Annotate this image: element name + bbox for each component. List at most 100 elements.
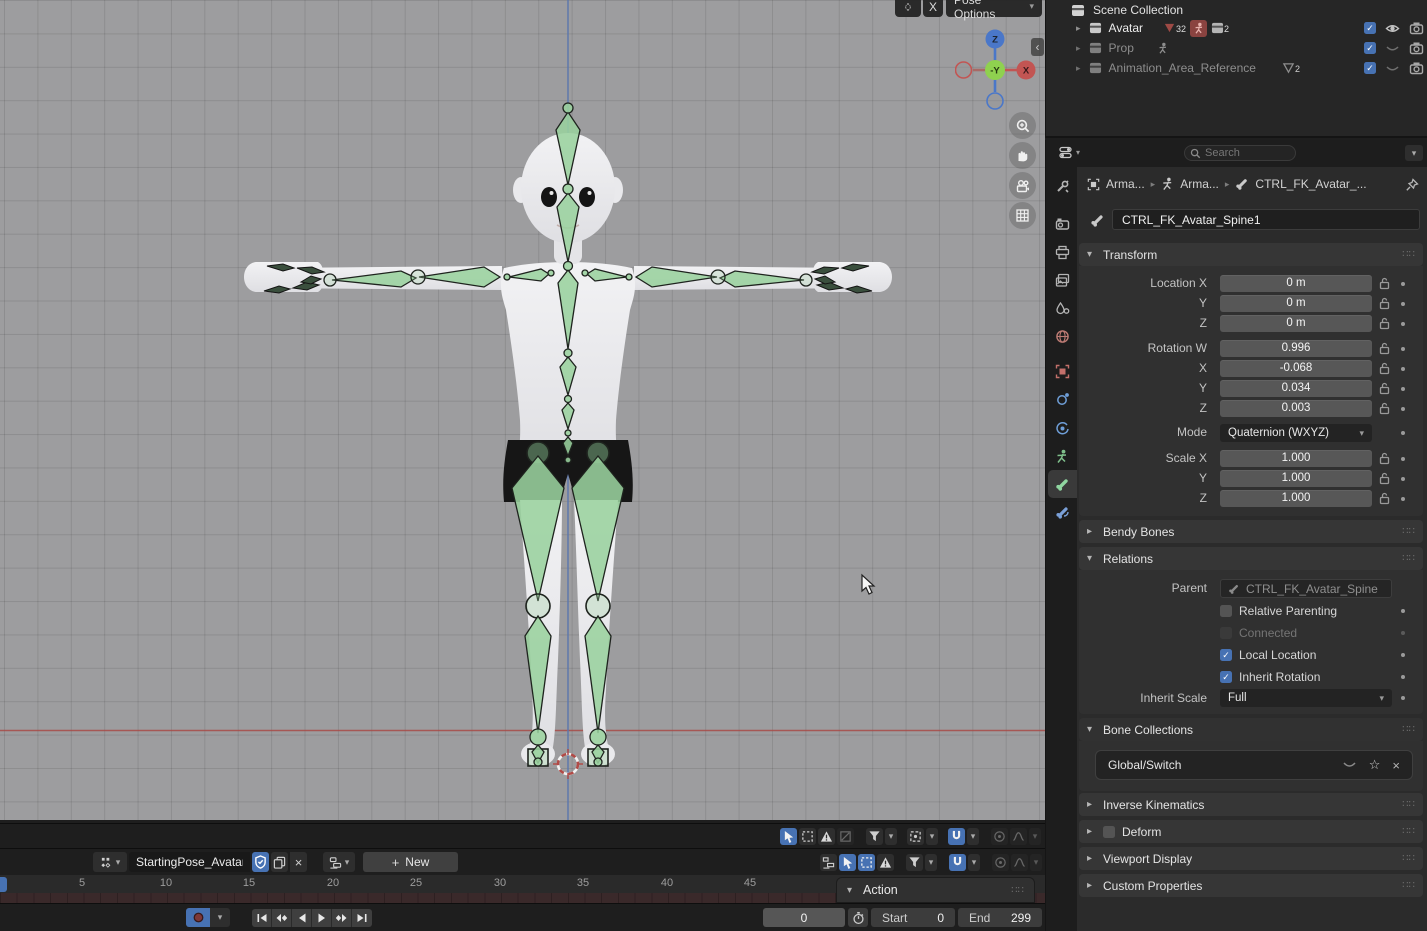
collection-visibility-icon[interactable] [1342, 759, 1357, 771]
expand-arrow-icon[interactable]: ▸ [1076, 63, 1081, 74]
animate-dot[interactable] [1401, 609, 1405, 613]
proportional-editing-icon[interactable] [895, 0, 921, 17]
relative-parenting-checkbox[interactable] [1220, 605, 1232, 617]
local-location-row[interactable]: ✓ Local Location [1220, 648, 1316, 662]
falloff-dropdown-icon[interactable]: ▾ [1029, 828, 1041, 845]
playhead-marker[interactable] [0, 877, 7, 892]
animate-dot[interactable] [1401, 457, 1405, 461]
tab-output[interactable] [1050, 240, 1074, 264]
inverse-kinematics-panel-header[interactable]: ▸ Inverse Kinematics ∷∷ [1079, 793, 1423, 816]
lock-icon[interactable] [1379, 317, 1390, 330]
location-x-field[interactable]: 0 m [1220, 275, 1372, 292]
outliner-animation-area-row[interactable]: ▸ Animation_Area_Reference 2 ✓ [1046, 58, 1427, 78]
exclude-checkbox[interactable]: ✓ [1364, 22, 1376, 34]
channel-layers-icon[interactable] [820, 854, 837, 871]
auto-keying-record-button[interactable] [186, 908, 210, 927]
lock-icon[interactable] [1379, 297, 1390, 310]
animate-dot[interactable] [1401, 653, 1405, 657]
lock-icon[interactable] [1379, 342, 1390, 355]
snap-dropdown-icon[interactable]: ▾ [967, 828, 979, 845]
deform-panel-header[interactable]: ▸ Deform ∷∷ [1079, 820, 1423, 843]
lock-icon[interactable] [1379, 492, 1390, 505]
new-action-button[interactable]: + New [363, 852, 458, 872]
viewport-3d[interactable]: X Pose Options ▾ Z -Y X [0, 0, 1045, 820]
tab-render[interactable] [1050, 212, 1074, 236]
eye-closed-icon[interactable] [1385, 42, 1400, 55]
animate-dot[interactable] [1401, 322, 1405, 326]
lock-icon[interactable] [1379, 472, 1390, 485]
tweak-tool-icon[interactable] [839, 854, 856, 871]
tab-scene[interactable] [1050, 296, 1074, 320]
tab-tool[interactable] [1050, 174, 1074, 198]
location-y-field[interactable]: 0 m [1220, 295, 1372, 312]
animate-dot[interactable] [1401, 282, 1405, 286]
rotation-x-field[interactable]: -0.068 [1220, 360, 1372, 377]
falloff-dropdown-icon[interactable]: ▾ [1030, 854, 1042, 871]
camera-render-icon[interactable] [1409, 21, 1424, 35]
use-preview-range-button[interactable] [848, 908, 868, 927]
filter-dropdown-icon[interactable]: ▾ [885, 828, 897, 845]
remove-icon[interactable]: × [1392, 758, 1400, 773]
lock-icon[interactable] [1379, 277, 1390, 290]
camera-render-icon[interactable] [1409, 41, 1424, 55]
panel-grip[interactable]: ∷∷ [1402, 853, 1415, 864]
inherit-rotation-row[interactable]: ✓ Inherit Rotation [1220, 670, 1320, 684]
panel-grip[interactable]: ∷∷ [1402, 880, 1415, 891]
panel-grip[interactable]: ∷∷ [1402, 826, 1415, 837]
scale-y-field[interactable]: 1.000 [1220, 470, 1372, 487]
animate-dot[interactable] [1401, 367, 1405, 371]
options-dropdown-icon[interactable]: ▾ [1405, 145, 1423, 161]
bone-collection-list[interactable]: Global/Switch ☆ × [1095, 750, 1413, 780]
pivot-dropdown-icon[interactable]: ▾ [926, 828, 938, 845]
tab-bone-active[interactable] [1050, 472, 1074, 496]
animate-dot[interactable] [1401, 347, 1405, 351]
snap-magnet-icon[interactable] [948, 828, 965, 845]
graph-overlay-icon[interactable] [837, 828, 854, 845]
tab-world[interactable] [1050, 324, 1074, 348]
breadcrumb-object[interactable]: Arma... [1106, 177, 1145, 191]
fake-user-shield-icon[interactable] [252, 852, 269, 872]
bendy-bones-panel-header[interactable]: ▸ Bendy Bones ∷∷ [1079, 520, 1423, 543]
exclude-checkbox[interactable]: ✓ [1364, 42, 1376, 54]
lock-icon[interactable] [1379, 452, 1390, 465]
rotation-mode-dropdown[interactable]: Quaternion (WXYZ)▾ [1220, 424, 1372, 442]
rotation-z-field[interactable]: 0.003 [1220, 400, 1372, 417]
viewport-display-panel-header[interactable]: ▸ Viewport Display ∷∷ [1079, 847, 1423, 870]
animate-dot[interactable] [1401, 696, 1405, 700]
filter-icon[interactable] [866, 828, 883, 845]
jump-to-start-button[interactable] [252, 909, 272, 927]
tab-physics[interactable] [1050, 416, 1074, 440]
unlink-action-icon[interactable]: × [290, 852, 307, 872]
solo-star-icon[interactable]: ☆ [1369, 757, 1381, 773]
snap-dropdown-icon[interactable]: ▾ [968, 854, 980, 871]
tab-bone-constraints[interactable] [1050, 500, 1074, 524]
tab-modifiers[interactable] [1050, 387, 1074, 411]
tab-view-layer[interactable] [1050, 268, 1074, 292]
proportional-falloff-icon[interactable] [991, 828, 1008, 845]
animate-dot[interactable] [1401, 387, 1405, 391]
location-z-field[interactable]: 0 m [1220, 315, 1372, 332]
eye-closed-icon[interactable] [1385, 62, 1400, 75]
outliner-prop-row[interactable]: ▸ Prop ✓ [1046, 38, 1427, 58]
transform-panel-header[interactable]: ▾ Transform ∷∷ [1079, 243, 1423, 266]
camera-view-button[interactable] [1009, 172, 1036, 199]
filter-icon[interactable] [906, 854, 923, 871]
next-keyframe-button[interactable] [332, 909, 352, 927]
dopesheet-mode-dropdown[interactable]: ▾ [323, 852, 355, 872]
panel-grip[interactable]: ∷∷ [1402, 553, 1415, 564]
rotation-y-field[interactable]: 0.034 [1220, 380, 1372, 397]
navigation-gizmo[interactable]: Z -Y X [955, 28, 1039, 112]
relative-parenting-row[interactable]: Relative Parenting [1220, 604, 1337, 618]
warning-icon[interactable] [818, 828, 835, 845]
bone-collections-panel-header[interactable]: ▾ Bone Collections ∷∷ [1079, 718, 1423, 741]
bone-collection-item[interactable]: Global/Switch [1108, 758, 1181, 772]
parent-field[interactable]: CTRL_FK_Avatar_Spine [1220, 579, 1392, 598]
duplicate-action-icon[interactable] [271, 852, 288, 872]
animate-dot[interactable] [1401, 302, 1405, 306]
bone-name-field[interactable]: CTRL_FK_Avatar_Spine1 [1112, 209, 1420, 230]
falloff-curve-icon[interactable] [1010, 828, 1027, 845]
camera-render-icon[interactable] [1409, 61, 1424, 75]
expand-arrow-icon[interactable]: ▸ [1076, 23, 1081, 34]
orthographic-grid-button[interactable] [1009, 202, 1036, 229]
relations-panel-header[interactable]: ▾ Relations ∷∷ [1079, 547, 1423, 570]
